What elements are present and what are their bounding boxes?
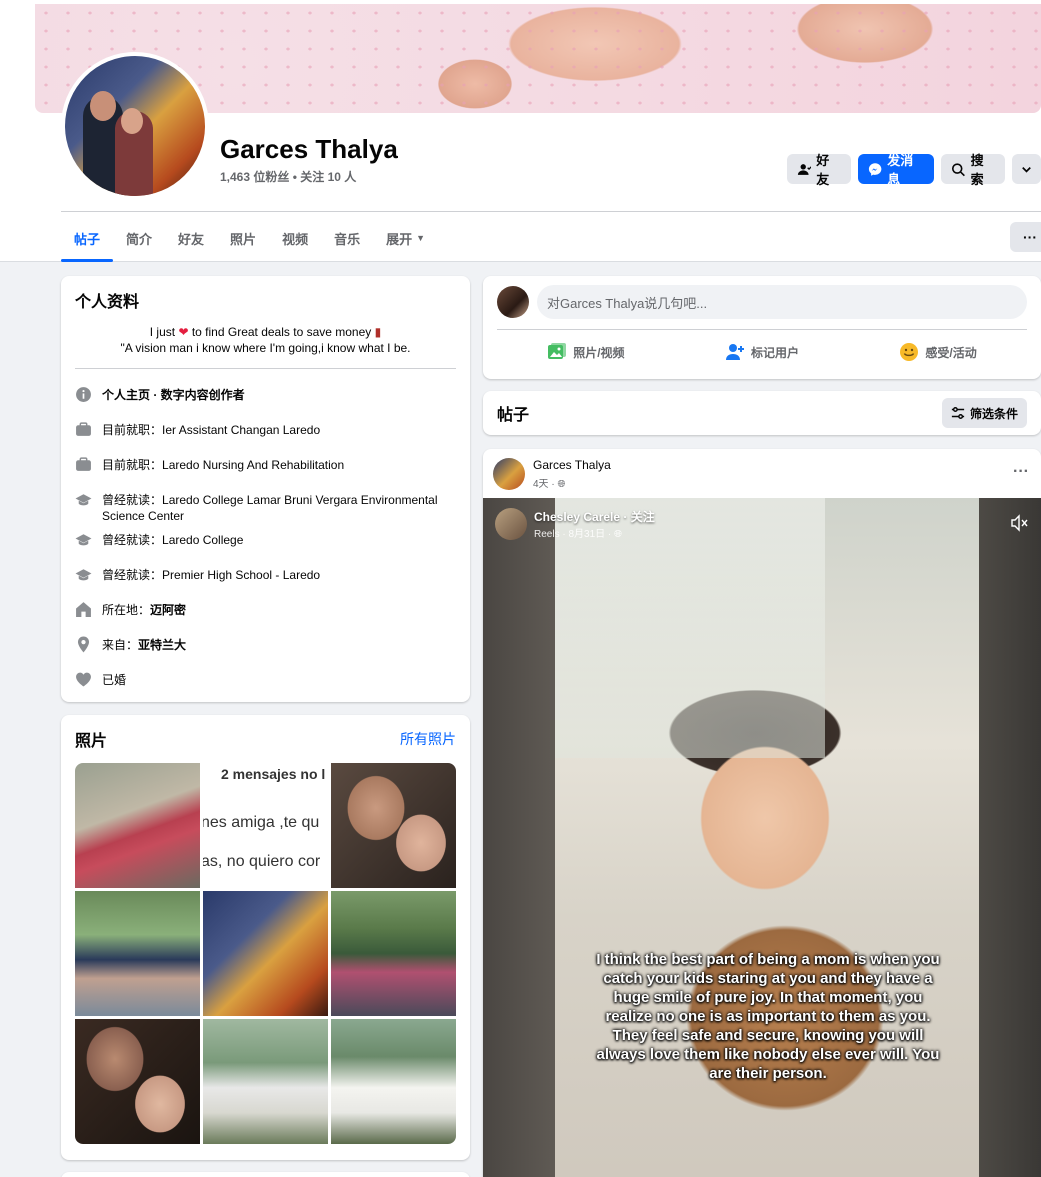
tag-people-button[interactable]: 标记用户: [725, 342, 799, 362]
red-marker-emoji-icon: ▮: [374, 325, 382, 339]
all-photos-link[interactable]: 所有照片: [400, 729, 456, 749]
list-item[interactable]: 曾经就读：Laredo College Lamar Bruni Vergara …: [75, 484, 456, 524]
messenger-icon: [868, 162, 882, 176]
photo-thumbnail[interactable]: 2 mensajes no l nes amiga ,te qu as, no …: [203, 763, 328, 888]
header-divider: [61, 211, 1041, 212]
tab-videos[interactable]: 视频: [269, 214, 321, 262]
profile-avatar[interactable]: [61, 52, 209, 200]
post-card: Garces Thalya 4天 · 🌐︎ ··· Chesley Carele…: [483, 449, 1041, 1177]
filter-button[interactable]: 筛选条件: [941, 398, 1027, 428]
list-item[interactable]: 曾经就读：Laredo College: [75, 524, 456, 559]
mute-icon[interactable]: [1009, 513, 1029, 533]
tab-about[interactable]: 简介: [113, 214, 165, 262]
followers-count[interactable]: 1,463 位粉丝 • 关注 10 人: [220, 168, 356, 185]
intro-details: 个人主页 · 数字内容创作者 目前就职：Ier Assistant Changa…: [75, 379, 456, 699]
photo-thumbnail[interactable]: [203, 1019, 328, 1144]
briefcase-icon: [76, 422, 91, 436]
home-icon: [76, 602, 91, 617]
message-button[interactable]: 发消息: [857, 153, 935, 187]
globe-icon: 🌐︎: [614, 529, 623, 540]
heart-icon: [76, 672, 91, 687]
tab-photos[interactable]: 照片: [217, 214, 269, 262]
intro-title: 个人资料: [75, 294, 140, 311]
friends-button[interactable]: 好友: [787, 153, 851, 187]
tab-friends[interactable]: 好友: [165, 214, 217, 262]
photo-thumbnail[interactable]: [331, 1019, 456, 1144]
post-timestamp[interactable]: 4天 ·: [533, 479, 557, 490]
photo-icon: [548, 343, 567, 359]
tab-posts[interactable]: 帖子: [61, 214, 114, 262]
tag-people-icon: [725, 344, 744, 360]
photo-thumbnail[interactable]: [75, 763, 200, 888]
smiley-icon: [900, 343, 919, 361]
graduation-cap-icon: [75, 534, 92, 546]
list-item[interactable]: 目前就职：Laredo Nursing And Rehabilitation: [75, 449, 456, 484]
photo-thumbnail[interactable]: [203, 891, 328, 1016]
reel-side-right: [979, 498, 1041, 1177]
post-options-button[interactable]: ···: [1013, 463, 1029, 481]
bio-text: I just ❤ to find Great deals to save mon…: [75, 324, 456, 369]
tab-more[interactable]: 展开 ▼: [373, 214, 438, 262]
search-icon: [952, 162, 966, 176]
profile-actions: 好友 发消息 搜索: [787, 153, 1041, 187]
reel-side-left: [483, 498, 555, 1177]
composer-input[interactable]: 对Garces Thalya说几句吧...: [537, 285, 1027, 319]
chevron-down-icon: [1022, 166, 1032, 173]
post-author[interactable]: Garces Thalya: [533, 458, 611, 472]
avatar[interactable]: [493, 458, 525, 490]
list-item[interactable]: 来自：亚特兰大: [75, 629, 456, 664]
briefcase-icon: [76, 457, 91, 471]
list-item[interactable]: 曾经就读：Premier High School - Laredo: [75, 559, 456, 594]
intro-card: 个人资料 I just ❤ to find Great deals to sav…: [61, 276, 470, 702]
location-pin-icon: [77, 636, 90, 653]
caret-down-icon: ▼: [416, 233, 426, 243]
feeling-activity-button[interactable]: 感受/活动: [899, 342, 977, 362]
red-heart-emoji-icon: ❤: [178, 325, 189, 339]
next-card: [61, 1172, 470, 1177]
avatar[interactable]: [497, 286, 529, 318]
globe-icon: 🌐︎: [557, 479, 566, 490]
photo-thumbnail[interactable]: [75, 891, 200, 1016]
tab-music[interactable]: 音乐: [321, 214, 373, 262]
profile-name: Garces Thalya: [220, 134, 398, 164]
filter-sliders-icon: [951, 407, 965, 419]
graduation-cap-icon: [75, 569, 92, 581]
post-composer: 对Garces Thalya说几句吧... 照片/视频 标记用户 感受/活动: [483, 276, 1041, 379]
more-options-button[interactable]: ···: [1010, 222, 1041, 252]
friend-icon: [797, 163, 812, 175]
posts-title: 帖子: [497, 407, 530, 424]
photo-video-button[interactable]: 照片/视频: [547, 342, 625, 362]
profile-tabs: 帖子 简介 好友 照片 视频 音乐 展开 ▼: [61, 214, 438, 262]
list-item: 个人主页 · 数字内容创作者: [75, 379, 456, 414]
reel-video[interactable]: Chesley Carele · 关注 Reels · 8月31日 · 🌐︎ I…: [483, 498, 1041, 1177]
graduation-cap-icon: [75, 494, 92, 506]
avatar[interactable]: [495, 508, 527, 540]
profile-picture: [65, 56, 205, 196]
list-item: 已婚: [75, 664, 456, 699]
photos-title: 照片: [75, 733, 108, 750]
list-item[interactable]: 所在地：迈阿密: [75, 594, 456, 629]
reel-author[interactable]: Chesley Carele · 关注 Reels · 8月31日 · 🌐︎: [495, 508, 655, 540]
more-actions-dropdown[interactable]: [1012, 154, 1041, 184]
search-button[interactable]: 搜索: [941, 153, 1006, 187]
photo-thumbnail[interactable]: [75, 1019, 200, 1144]
photo-grid: 2 mensajes no l nes amiga ,te qu as, no …: [75, 763, 456, 1144]
photo-thumbnail[interactable]: [331, 891, 456, 1016]
reel-caption: I think the best part of being a mom is …: [596, 951, 940, 1082]
info-icon: [76, 387, 91, 402]
posts-header: 帖子 筛选条件: [483, 391, 1041, 435]
list-item[interactable]: 目前就职：Ier Assistant Changan Laredo: [75, 414, 456, 449]
photos-card: 照片 所有照片 2 mensajes no l nes amiga ,te qu…: [61, 715, 470, 1160]
photo-thumbnail[interactable]: [331, 763, 456, 888]
